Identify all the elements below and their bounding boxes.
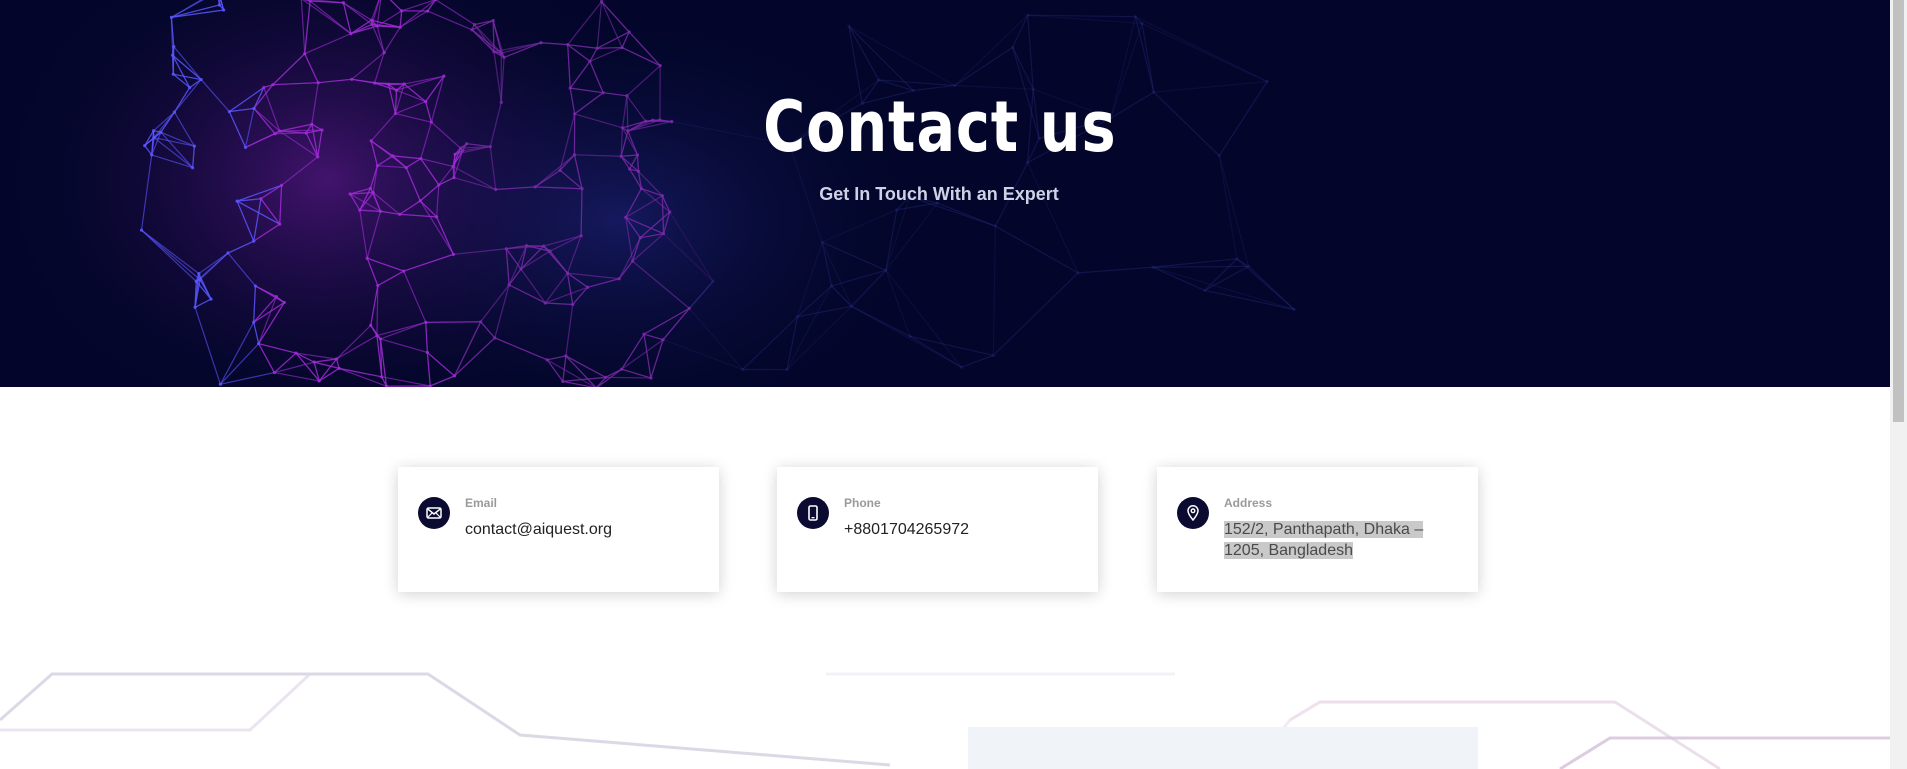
address-card: Address 152/2, Panthapath, Dhaka – 1205,… — [1157, 467, 1478, 592]
address-text: 152/2, Panthapath, Dhaka – 1205, Banglad… — [1224, 521, 1424, 559]
page-subtitle: Get In Touch With an Expert — [819, 184, 1059, 204]
hero-banner: Contact us Get In Touch With an Expert — [0, 0, 1890, 387]
phone-value[interactable]: +8801704265972 — [844, 519, 1079, 540]
phone-label: Phone — [844, 496, 881, 510]
phone-card: Phone +8801704265972 — [777, 467, 1098, 592]
page-scrollbar[interactable] — [1890, 0, 1907, 769]
decorative-circuit-lines — [0, 672, 1890, 769]
envelope-icon — [418, 497, 450, 529]
email-value[interactable]: contact@aiquest.org — [465, 519, 700, 540]
email-label: Email — [465, 496, 498, 510]
address-value[interactable]: 152/2, Panthapath, Dhaka – 1205, Banglad… — [1224, 519, 1459, 561]
scrollbar-thumb[interactable] — [1893, 0, 1904, 422]
contact-page: Contact us Get In Touch With an Expert E… — [0, 0, 1890, 769]
map-pin-icon — [1177, 497, 1209, 529]
page-title: Contact us — [763, 86, 1117, 168]
address-label: Address — [1224, 496, 1273, 510]
contact-form-panel — [968, 727, 1478, 769]
mobile-phone-icon — [797, 497, 829, 529]
email-card: Email contact@aiquest.org — [398, 467, 719, 592]
